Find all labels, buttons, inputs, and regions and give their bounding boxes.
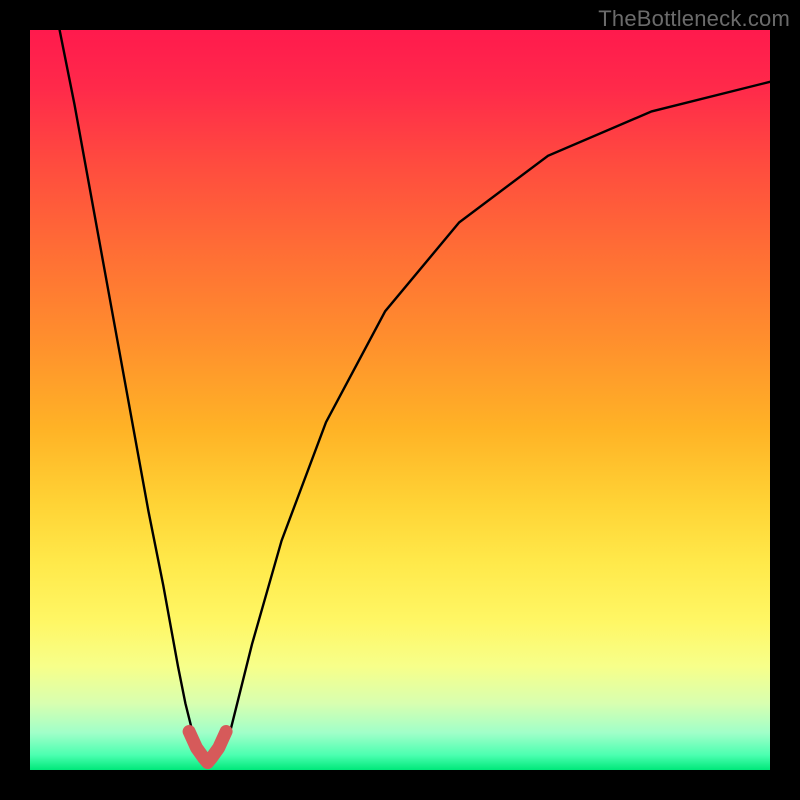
plot-area [30,30,770,770]
curve-svg [30,30,770,770]
outer-frame: TheBottleneck.com [0,0,800,800]
bottleneck-curve [60,30,770,763]
watermark-text: TheBottleneck.com [598,6,790,32]
vertex-highlight [189,732,226,763]
